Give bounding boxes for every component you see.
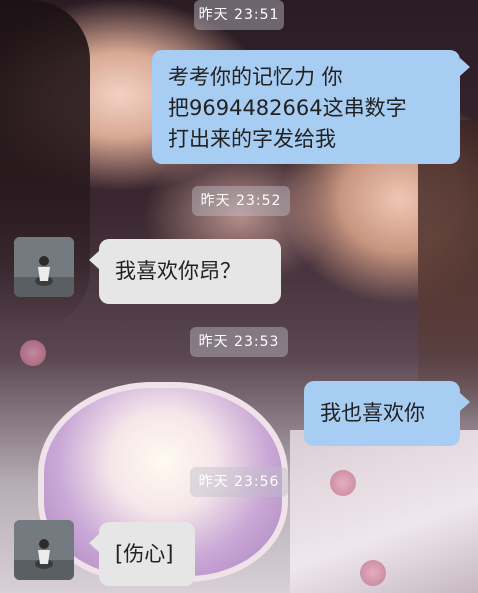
message-text: 考考你的记忆力 你 — [168, 65, 343, 89]
background-photo-detail — [360, 560, 386, 586]
message-timestamp: 昨天 23:53 — [190, 327, 288, 357]
message-text: [伤心] — [115, 542, 174, 566]
background-photo-detail — [330, 470, 356, 496]
bubble-tail — [89, 251, 99, 269]
message-text: 我喜欢你昂？ — [115, 259, 241, 283]
outgoing-message-bubble[interactable]: 我也喜欢你 — [304, 381, 460, 446]
message-text: 把9694482664这串数字 — [168, 96, 407, 120]
incoming-message-bubble[interactable]: [伤心] — [99, 522, 195, 586]
contact-avatar[interactable] — [14, 520, 74, 580]
message-text: 我也喜欢你 — [320, 401, 425, 425]
bubble-tail — [460, 58, 470, 76]
bubble-tail — [460, 393, 470, 411]
message-text: 打出来的字发给我 — [168, 127, 336, 151]
message-timestamp: 昨天 23:52 — [192, 186, 290, 216]
outgoing-message-bubble[interactable]: 考考你的记忆力 你 把9694482664这串数字 打出来的字发给我 — [152, 50, 460, 164]
message-timestamp: 昨天 23:56 — [190, 467, 288, 497]
contact-avatar-icon — [14, 520, 74, 580]
contact-avatar-icon — [14, 237, 74, 297]
background-photo-detail — [418, 120, 478, 420]
message-timestamp: 昨天 23:51 — [194, 0, 284, 30]
bubble-tail — [89, 534, 99, 552]
incoming-message-bubble[interactable]: 我喜欢你昂？ — [99, 239, 281, 304]
contact-avatar[interactable] — [14, 237, 74, 297]
background-photo-detail — [20, 340, 46, 366]
